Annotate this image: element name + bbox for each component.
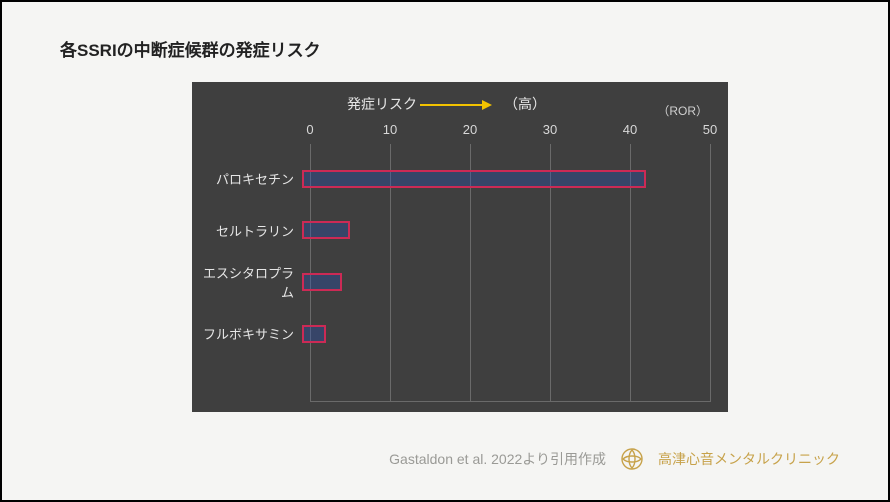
arrow-right-icon [420,104,490,106]
plot-area: 01020304050パロキセチンセルトラリンエスシタロプラムフルボキサミン [310,144,710,402]
source-citation: Gastaldon et al. 2022より引用作成 [389,449,606,469]
chart-header: 発症リスク （高） （ROR） [192,94,728,124]
x-tick-label: 40 [610,122,650,137]
clinic-name: 高津心音メンタルクリニック [658,449,840,469]
category-label: パロキセチン [192,169,302,188]
category-label: フルボキサミン [192,324,302,343]
bar-row: パロキセチン [192,154,710,203]
bar [302,325,326,343]
chart-panel: 発症リスク （高） （ROR） 01020304050パロキセチンセルトラリンエ… [192,82,728,412]
x-tick-label: 30 [530,122,570,137]
bar [302,221,350,239]
slide-frame: 各SSRIの中断症候群の発症リスク 発症リスク （高） （ROR） 010203… [0,0,890,502]
x-tick-label: 50 [690,122,730,137]
ror-unit-label: （ROR） [657,102,708,119]
x-axis-baseline [310,401,710,402]
footer: Gastaldon et al. 2022より引用作成 高津心音メンタルクリニッ… [2,444,888,474]
bar [302,170,646,188]
risk-label: 発症リスク [347,94,417,114]
bar [302,273,342,291]
page-title: 各SSRIの中断症候群の発症リスク [60,36,321,61]
bar-row: エスシタロプラム [192,258,710,307]
x-tick-label: 20 [450,122,490,137]
x-tick-label: 0 [290,122,330,137]
bar-row: フルボキサミン [192,309,710,358]
clinic-logo-icon [620,447,644,471]
bar-row: セルトラリン [192,206,710,255]
gridline [710,144,711,402]
x-tick-label: 10 [370,122,410,137]
high-label: （高） [504,94,546,114]
chart-inner: 発症リスク （高） （ROR） 01020304050パロキセチンセルトラリンエ… [192,82,728,412]
category-label: エスシタロプラム [192,263,302,301]
category-label: セルトラリン [192,221,302,240]
